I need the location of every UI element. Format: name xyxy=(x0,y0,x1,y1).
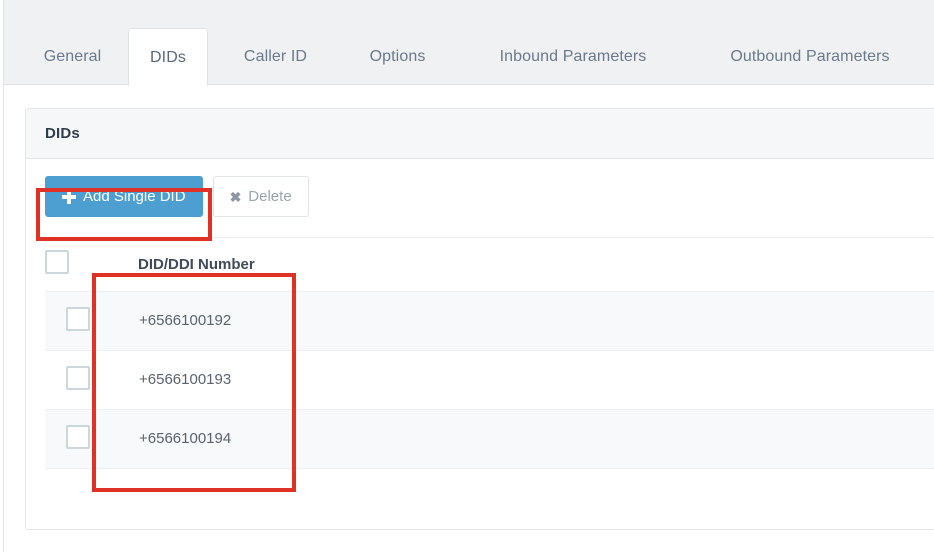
tab-dids[interactable]: DIDs xyxy=(128,28,208,86)
tab-label: Outbound Parameters xyxy=(730,47,890,65)
panel-body: Add Single DID ✖ Delete DID/DDI Number +… xyxy=(26,159,934,469)
table-row[interactable]: +6566100194 xyxy=(45,409,934,469)
column-header-spacer xyxy=(315,237,934,292)
table-header-row: DID/DDI Number xyxy=(45,237,934,292)
row-spacer-cell xyxy=(315,291,934,351)
did-number-value: +6566100194 xyxy=(139,430,232,447)
tab-outbound-parameters[interactable]: Outbound Parameters xyxy=(698,28,922,85)
tab-inbound-parameters[interactable]: Inbound Parameters xyxy=(466,28,680,85)
table-toolbar: Add Single DID ✖ Delete xyxy=(45,176,934,217)
row-checkbox[interactable] xyxy=(66,306,90,331)
did-number-cell: +6566100192 xyxy=(105,291,315,351)
tab-content-panel: DIDs Add Single DID ✖ Delete DID/DDI Num… xyxy=(4,85,934,552)
did-number-cell: +6566100194 xyxy=(105,409,315,469)
tab-label: Caller ID xyxy=(243,47,308,65)
row-select-cell xyxy=(45,291,105,351)
row-select-cell xyxy=(45,409,105,469)
close-x-icon: ✖ xyxy=(229,188,242,205)
tab-strip: General DIDs Caller ID Options Inbound Param… xyxy=(4,0,934,86)
screen-root: General DIDs Caller ID Options Inbound Param… xyxy=(0,0,934,552)
panel-title: DIDs xyxy=(45,125,80,142)
table-body: +6566100192 +6566100193 +6566100194 xyxy=(45,291,934,469)
tab-caller-id[interactable]: Caller ID xyxy=(222,28,329,85)
did-number-value: +6566100192 xyxy=(139,312,232,329)
did-number-value: +6566100193 xyxy=(139,371,232,388)
delete-button[interactable]: ✖ Delete xyxy=(212,176,309,217)
tab-label: General xyxy=(43,47,102,65)
tab-label: Options xyxy=(369,47,426,65)
table-row[interactable]: +6566100192 xyxy=(45,291,934,351)
panel-header: DIDs xyxy=(26,109,934,159)
row-spacer-cell xyxy=(315,409,934,469)
row-checkbox[interactable] xyxy=(66,424,90,449)
tab-options[interactable]: Options xyxy=(347,28,448,85)
tab-label: DIDs xyxy=(150,48,186,66)
add-single-did-button[interactable]: Add Single DID xyxy=(45,176,203,217)
delete-label: Delete xyxy=(248,188,292,205)
select-all-checkbox[interactable] xyxy=(45,250,69,274)
did-number-cell: +6566100193 xyxy=(105,350,315,410)
select-all-header-cell xyxy=(45,237,105,292)
column-header-did-number-label: DID/DDI Number xyxy=(138,255,255,273)
tab-general[interactable]: General xyxy=(29,28,116,85)
table-head: DID/DDI Number xyxy=(45,237,934,292)
tab-label: Inbound Parameters xyxy=(499,47,647,65)
row-checkbox[interactable] xyxy=(66,365,90,390)
add-single-did-label: Add Single DID xyxy=(83,188,186,205)
dids-table: DID/DDI Number +6566100192 +6566100193 +65… xyxy=(45,237,934,469)
row-spacer-cell xyxy=(315,350,934,410)
column-header-did-number[interactable]: DID/DDI Number xyxy=(105,237,315,292)
dids-panel: DIDs Add Single DID ✖ Delete DID/DDI Num… xyxy=(25,108,934,530)
plus-icon xyxy=(62,189,76,204)
table-row[interactable]: +6566100193 xyxy=(45,350,934,410)
row-select-cell xyxy=(45,350,105,410)
